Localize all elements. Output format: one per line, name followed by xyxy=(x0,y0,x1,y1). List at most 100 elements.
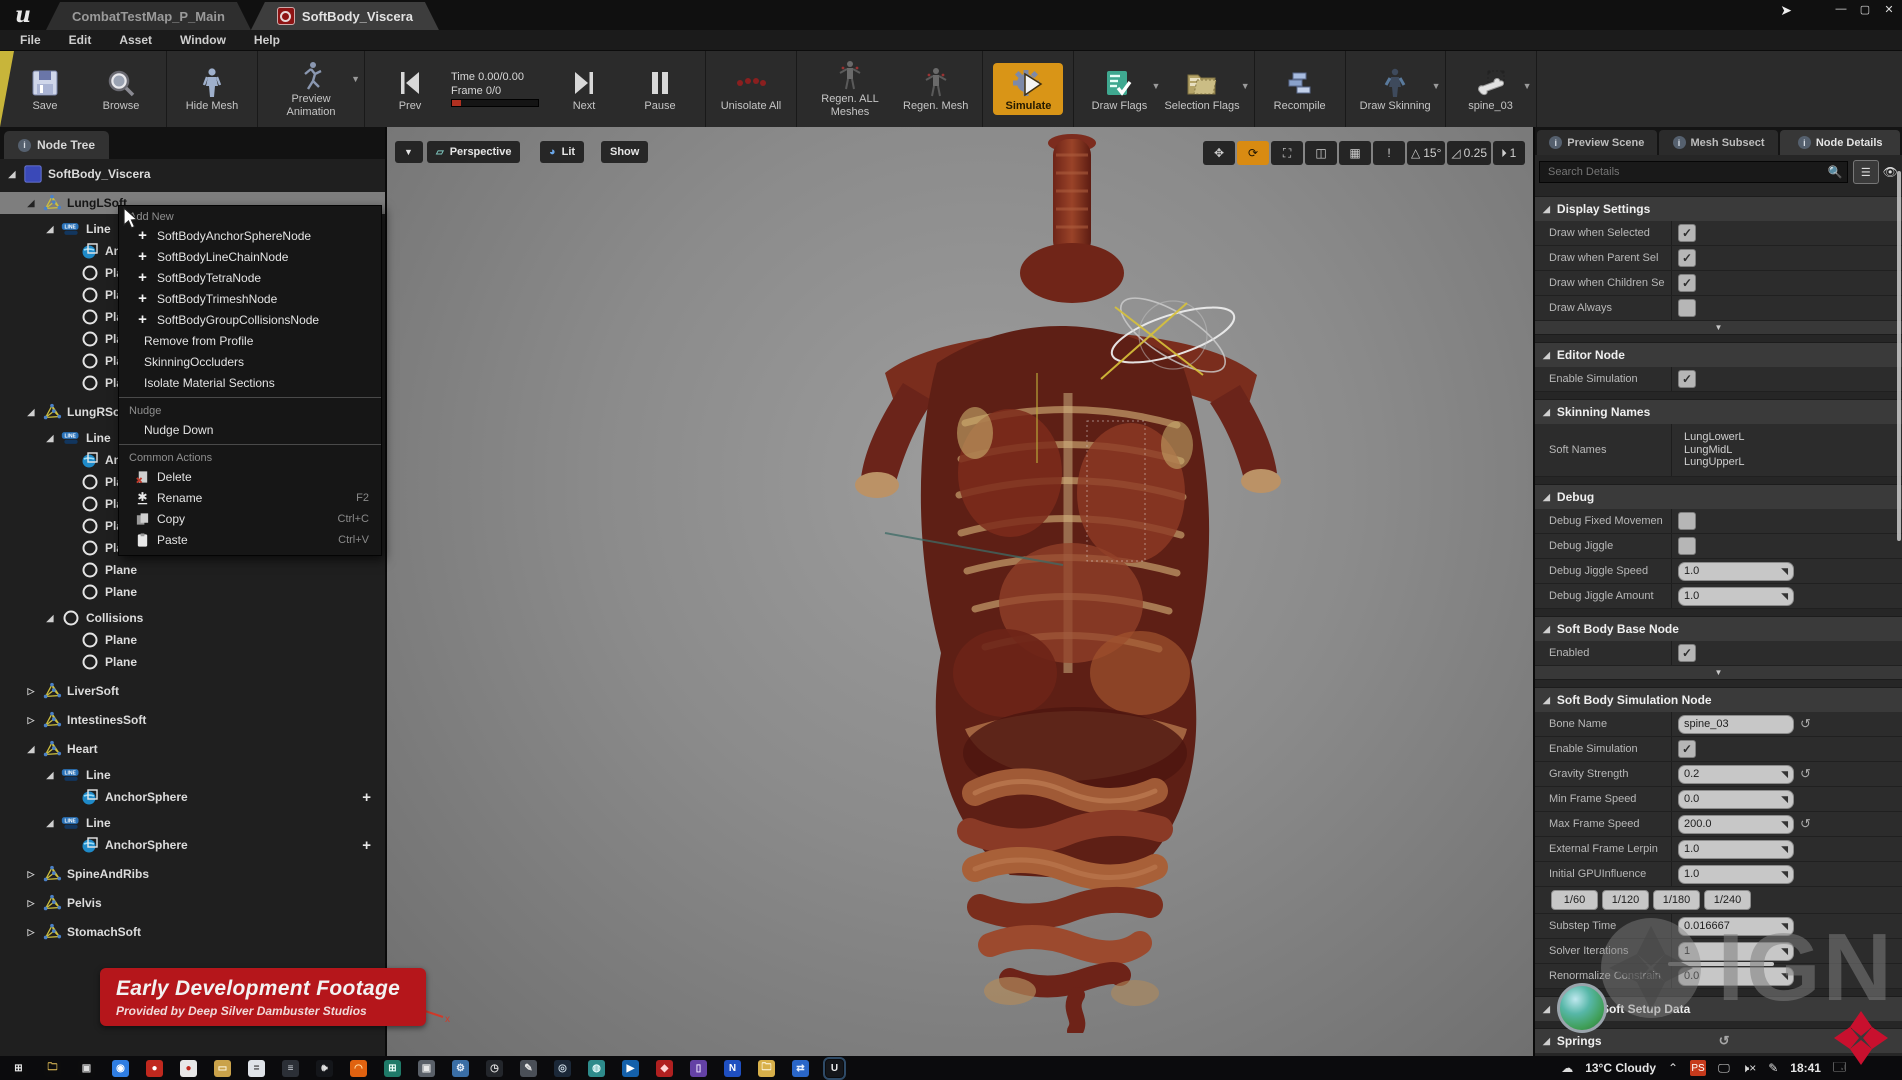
playstation-icon[interactable]: PS xyxy=(1690,1060,1706,1076)
context-item-softbodygroupcollisionsnode[interactable]: +SoftBodyGroupCollisionsNode xyxy=(119,309,381,330)
record-app-icon[interactable]: ● xyxy=(180,1060,197,1077)
number-field[interactable]: 0.2◥ xyxy=(1678,765,1794,784)
number-field[interactable]: 1◥ xyxy=(1678,942,1794,961)
expander-arrow-icon[interactable]: ◢ xyxy=(25,198,37,209)
reset-icon[interactable]: ↺ xyxy=(1800,816,1811,832)
firefox-icon[interactable]: ◠ xyxy=(350,1060,367,1077)
drawflags-button[interactable]: Draw Flags▼ xyxy=(1084,63,1154,116)
task-view-icon[interactable]: ▣ xyxy=(78,1060,95,1077)
surface-snap-icon[interactable]: ▦ xyxy=(1339,141,1371,165)
section-soft-body-simulation-node[interactable]: ◢Soft Body Simulation Node xyxy=(1535,687,1902,712)
tree-node-anchorsphere[interactable]: AnchorSphere+ xyxy=(0,834,385,856)
number-field[interactable]: 1.0◥ xyxy=(1678,562,1794,581)
maximize-icon[interactable]: ▢ xyxy=(1858,3,1872,16)
viscera-model[interactable] xyxy=(825,133,1305,1033)
prev-button[interactable]: Prev xyxy=(375,63,445,116)
notion-icon[interactable]: N xyxy=(724,1060,741,1077)
spinner-icon[interactable]: ◥ xyxy=(1781,591,1788,602)
expander-arrow-icon[interactable]: ◢ xyxy=(25,407,37,418)
calculator-icon[interactable]: = xyxy=(248,1060,265,1077)
spine-button[interactable]: spine_03▼ xyxy=(1456,63,1526,116)
chevron-up-icon[interactable]: ⌃ xyxy=(1668,1061,1678,1075)
viewport-options-button[interactable]: ▼ xyxy=(395,141,423,163)
spinner-icon[interactable]: ◥ xyxy=(1781,844,1788,855)
settings-gear-icon[interactable]: ⚙ xyxy=(452,1060,469,1077)
selflags-button[interactable]: Selection Flags▼ xyxy=(1160,63,1243,116)
steam-icon[interactable]: ◎ xyxy=(554,1060,571,1077)
number-field[interactable]: 0.0◥ xyxy=(1678,967,1794,986)
context-item-paste[interactable]: PasteCtrl+V xyxy=(119,529,381,550)
checkbox[interactable]: ✓ xyxy=(1678,644,1696,662)
spinner-icon[interactable]: ◥ xyxy=(1781,946,1788,957)
chevron-down-icon[interactable]: ▼ xyxy=(351,74,360,84)
close-icon[interactable]: ✕ xyxy=(1882,3,1896,16)
expander-arrow-icon[interactable]: ◢ xyxy=(44,818,56,829)
twitch-icon[interactable]: ▯ xyxy=(690,1060,707,1077)
context-item-nudge-down[interactable]: Nudge Down xyxy=(119,419,381,440)
hidemesh-button[interactable]: Hide Mesh xyxy=(177,63,247,116)
speaker-muted-icon[interactable]: 🕨× xyxy=(1742,1061,1757,1076)
spinner-icon[interactable]: ◥ xyxy=(1781,794,1788,805)
context-item-rename[interactable]: ✱RenameF2 xyxy=(119,487,381,508)
tree-node-intestinessoft[interactable]: ▷IntestinesSoft xyxy=(0,709,385,731)
preset-button-1-180[interactable]: 1/180 xyxy=(1653,890,1700,910)
expander-arrow-icon[interactable]: ◢ xyxy=(25,744,37,755)
expander-arrow-icon[interactable]: ▷ xyxy=(25,686,37,697)
context-item-remove-from-profile[interactable]: Remove from Profile xyxy=(119,330,381,351)
angle-snap-icon[interactable]: △15° xyxy=(1407,141,1445,165)
tree-node-plane[interactable]: Plane xyxy=(0,559,385,581)
chrome-icon[interactable]: ◉ xyxy=(112,1060,129,1077)
number-field[interactable]: 1.0◥ xyxy=(1678,865,1794,884)
tab-softbody-viscera[interactable]: SoftBody_Viscera xyxy=(251,2,439,30)
tree-node-plane[interactable]: Plane xyxy=(0,629,385,651)
context-item-isolate-material-sections[interactable]: Isolate Material Sections xyxy=(119,372,381,393)
teams-icon[interactable]: ◍ xyxy=(588,1060,605,1077)
spinner-icon[interactable]: ◥ xyxy=(1781,566,1788,577)
lit-button[interactable]: ◕ Lit xyxy=(540,141,584,163)
context-item-softbodyanchorspherenode[interactable]: +SoftBodyAnchorSphereNode xyxy=(119,225,381,246)
grid-snap-icon[interactable]: ! xyxy=(1373,141,1405,165)
tab-preview-scene[interactable]: iPreview Scene xyxy=(1537,130,1657,155)
reset-icon[interactable]: ↺ xyxy=(1800,766,1811,782)
node-tree-tab[interactable]: i Node Tree xyxy=(4,131,109,159)
weather-text[interactable]: 13°C Cloudy xyxy=(1585,1061,1656,1075)
context-item-softbodytetranode[interactable]: +SoftBodyTetraNode xyxy=(119,267,381,288)
tree-node-stomachsoft[interactable]: ▷StomachSoft xyxy=(0,921,385,943)
timeline-scrubber[interactable] xyxy=(451,99,539,107)
menu-asset[interactable]: Asset xyxy=(107,31,164,49)
context-item-skinningoccluders[interactable]: SkinningOccluders xyxy=(119,351,381,372)
chevron-down-icon[interactable]: ▼ xyxy=(1432,81,1441,91)
section-skinning-names[interactable]: ◢Skinning Names xyxy=(1535,399,1902,424)
notes-icon[interactable]: ≡ xyxy=(282,1060,299,1077)
audio-mixer-icon[interactable]: 🕪 xyxy=(316,1060,333,1077)
expander-arrow-icon[interactable]: ◢ xyxy=(44,433,56,444)
tree-node-line[interactable]: ◢LINELine xyxy=(0,764,385,786)
scale-snap-icon[interactable]: ◿0.25 xyxy=(1447,141,1491,165)
media-player-icon[interactable]: ▶ xyxy=(622,1060,639,1077)
vpn-icon[interactable]: ⇄ xyxy=(792,1060,809,1077)
expander-arrow-icon[interactable]: ▷ xyxy=(25,869,37,880)
menu-window[interactable]: Window xyxy=(168,31,238,49)
checkbox[interactable]: ✓ xyxy=(1678,370,1696,388)
unisolate-button[interactable]: Unisolate All xyxy=(716,63,786,116)
adobe-icon[interactable]: ◆ xyxy=(656,1060,673,1077)
recompile-button[interactable]: Recompile xyxy=(1265,63,1335,116)
tab-combat-test-map[interactable]: CombatTestMap_P_Main xyxy=(46,2,251,30)
search-input[interactable] xyxy=(1539,161,1848,183)
file-explorer-icon[interactable]: 🗀 xyxy=(44,1060,61,1077)
tree-node-softbody_viscera[interactable]: ◢SoftBody_Viscera xyxy=(0,163,385,185)
section-expander[interactable]: ▼ xyxy=(1535,321,1902,335)
details-scrollbar[interactable] xyxy=(1897,171,1901,541)
save-button[interactable]: Save xyxy=(10,63,80,116)
section-expander[interactable]: ▼ xyxy=(1535,666,1902,680)
checkbox[interactable]: ✓ xyxy=(1678,274,1696,292)
number-field[interactable]: 1.0◥ xyxy=(1678,587,1794,606)
chevron-down-icon[interactable]: ▼ xyxy=(1152,81,1161,91)
start-icon[interactable]: ⊞ xyxy=(10,1060,27,1077)
spreadsheet-icon[interactable]: ⊞ xyxy=(384,1060,401,1077)
dev-tools-icon[interactable]: ✎ xyxy=(520,1060,537,1077)
expander-arrow-icon[interactable]: ▷ xyxy=(25,898,37,909)
expander-arrow-icon[interactable]: ◢ xyxy=(44,770,56,781)
reset-icon[interactable]: ↺ xyxy=(1719,1033,1730,1049)
folder-docs-icon[interactable]: ▭ xyxy=(214,1060,231,1077)
